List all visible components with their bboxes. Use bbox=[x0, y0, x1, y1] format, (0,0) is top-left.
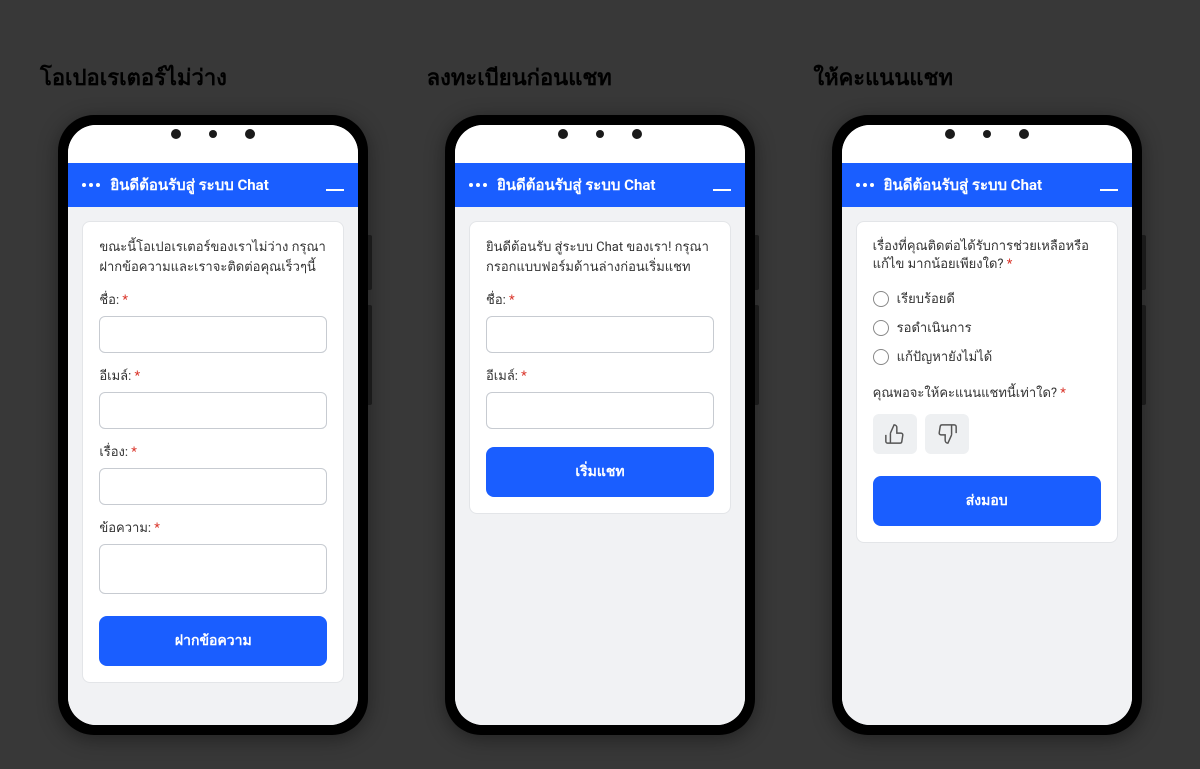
thumbs-group bbox=[873, 414, 1101, 454]
radio-option-pending[interactable]: รอดำเนินการ bbox=[873, 313, 1101, 342]
intro-text: ยินดีต้อนรับ สู่ระบบ Chat ของเรา! กรุณาก… bbox=[486, 238, 714, 277]
chat-content: ยินดีต้อนรับ สู่ระบบ Chat ของเรา! กรุณาก… bbox=[455, 207, 745, 725]
phone-screen: ยินดีต้อนรับสู่ ระบบ Chat ยินดีต้อนรับ ส… bbox=[455, 125, 745, 725]
radio-option-resolved[interactable]: เรียบร้อยดี bbox=[873, 284, 1101, 313]
menu-dots-icon[interactable] bbox=[469, 183, 487, 187]
radio-option-unresolved[interactable]: แก้ปัญหายังไม่ได้ bbox=[873, 342, 1101, 371]
radio-icon bbox=[873, 349, 889, 365]
phone-notch bbox=[171, 129, 255, 139]
phone-button bbox=[368, 305, 372, 405]
radio-label: เรียบร้อยดี bbox=[897, 288, 955, 309]
phone-notch bbox=[945, 129, 1029, 139]
resolution-question: เรื่องที่คุณติดต่อได้รับการช่วยเหลือหรือ… bbox=[873, 238, 1101, 274]
form-card: ยินดีต้อนรับ สู่ระบบ Chat ของเรา! กรุณาก… bbox=[469, 221, 731, 514]
chat-content: ขณะนี้โอเปอเรเตอร์ของเราไม่ว่าง กรุณาฝาก… bbox=[68, 207, 358, 725]
chat-header: ยินดีต้อนรับสู่ ระบบ Chat bbox=[842, 163, 1132, 207]
phone-screen: ยินดีต้อนรับสู่ ระบบ Chat เรื่องที่คุณติ… bbox=[842, 125, 1132, 725]
column-title: ให้คะแนนแชท bbox=[803, 60, 953, 95]
thumbs-up-button[interactable] bbox=[873, 414, 917, 454]
email-input[interactable] bbox=[99, 392, 327, 429]
submit-button[interactable]: ส่งมอบ bbox=[873, 476, 1101, 526]
message-label: ข้อความ: * bbox=[99, 517, 327, 538]
form-card: ขณะนี้โอเปอเรเตอร์ของเราไม่ว่าง กรุณาฝาก… bbox=[82, 221, 344, 683]
thumbs-down-button[interactable] bbox=[925, 414, 969, 454]
chat-content: เรื่องที่คุณติดต่อได้รับการช่วยเหลือหรือ… bbox=[842, 207, 1132, 725]
name-label: ชื่อ: * bbox=[99, 289, 327, 310]
start-chat-button[interactable]: เริ่มแชท bbox=[486, 447, 714, 497]
phone-button bbox=[755, 305, 759, 405]
email-label: อีเมล์: * bbox=[99, 365, 327, 386]
menu-dots-icon[interactable] bbox=[82, 183, 100, 187]
email-label: อีเมล์: * bbox=[486, 365, 714, 386]
phone-button bbox=[368, 235, 372, 290]
phone-screen: ยินดีต้อนรับสู่ ระบบ Chat ขณะนี้โอเปอเรเ… bbox=[68, 125, 358, 725]
column-operator-busy: โอเปอเรเตอร์ไม่ว่าง ยินดีต้อนรับสู่ ระบบ… bbox=[30, 60, 397, 735]
radio-icon bbox=[873, 320, 889, 336]
phone-mockup: ยินดีต้อนรับสู่ ระบบ Chat เรื่องที่คุณติ… bbox=[832, 115, 1142, 735]
chat-header: ยินดีต้อนรับสู่ ระบบ Chat bbox=[68, 163, 358, 207]
minimize-icon[interactable] bbox=[1100, 189, 1118, 191]
thumbs-up-icon bbox=[884, 423, 906, 445]
resolution-radio-group: เรียบร้อยดี รอดำเนินการ แก้ปัญหายังไม่ได… bbox=[873, 284, 1101, 371]
column-rate-chat: ให้คะแนนแชท ยินดีต้อนรับสู่ ระบบ Chat เร… bbox=[803, 60, 1170, 735]
column-title: โอเปอเรเตอร์ไม่ว่าง bbox=[30, 60, 227, 95]
radio-icon bbox=[873, 291, 889, 307]
menu-dots-icon[interactable] bbox=[856, 183, 874, 187]
phone-notch bbox=[558, 129, 642, 139]
subject-label: เรื่อง: * bbox=[99, 441, 327, 462]
thumbs-down-icon bbox=[936, 423, 958, 445]
name-input[interactable] bbox=[99, 316, 327, 353]
phone-button bbox=[1142, 305, 1146, 405]
subject-input[interactable] bbox=[99, 468, 327, 505]
minimize-icon[interactable] bbox=[326, 189, 344, 191]
name-label: ชื่อ: * bbox=[486, 289, 714, 310]
chat-header: ยินดีต้อนรับสู่ ระบบ Chat bbox=[455, 163, 745, 207]
name-input[interactable] bbox=[486, 316, 714, 353]
leave-message-button[interactable]: ฝากข้อความ bbox=[99, 616, 327, 666]
radio-label: รอดำเนินการ bbox=[897, 317, 972, 338]
phone-button bbox=[1142, 235, 1146, 290]
intro-text: ขณะนี้โอเปอเรเตอร์ของเราไม่ว่าง กรุณาฝาก… bbox=[99, 238, 327, 277]
minimize-icon[interactable] bbox=[713, 189, 731, 191]
rating-question: คุณพอจะให้คะแนนแชทนี้เท่าใด? * bbox=[873, 385, 1101, 403]
chat-header-title: ยินดีต้อนรับสู่ ระบบ Chat bbox=[497, 173, 703, 197]
phone-mockup: ยินดีต้อนรับสู่ ระบบ Chat ยินดีต้อนรับ ส… bbox=[445, 115, 755, 735]
chat-header-title: ยินดีต้อนรับสู่ ระบบ Chat bbox=[110, 173, 316, 197]
radio-label: แก้ปัญหายังไม่ได้ bbox=[897, 346, 993, 367]
column-register-chat: ลงทะเบียนก่อนแชท ยินดีต้อนรับสู่ ระบบ Ch… bbox=[417, 60, 784, 735]
chat-header-title: ยินดีต้อนรับสู่ ระบบ Chat bbox=[884, 173, 1090, 197]
message-textarea[interactable] bbox=[99, 544, 327, 594]
form-card: เรื่องที่คุณติดต่อได้รับการช่วยเหลือหรือ… bbox=[856, 221, 1118, 543]
column-title: ลงทะเบียนก่อนแชท bbox=[417, 60, 612, 95]
phone-mockup: ยินดีต้อนรับสู่ ระบบ Chat ขณะนี้โอเปอเรเ… bbox=[58, 115, 368, 735]
phone-button bbox=[755, 235, 759, 290]
email-input[interactable] bbox=[486, 392, 714, 429]
